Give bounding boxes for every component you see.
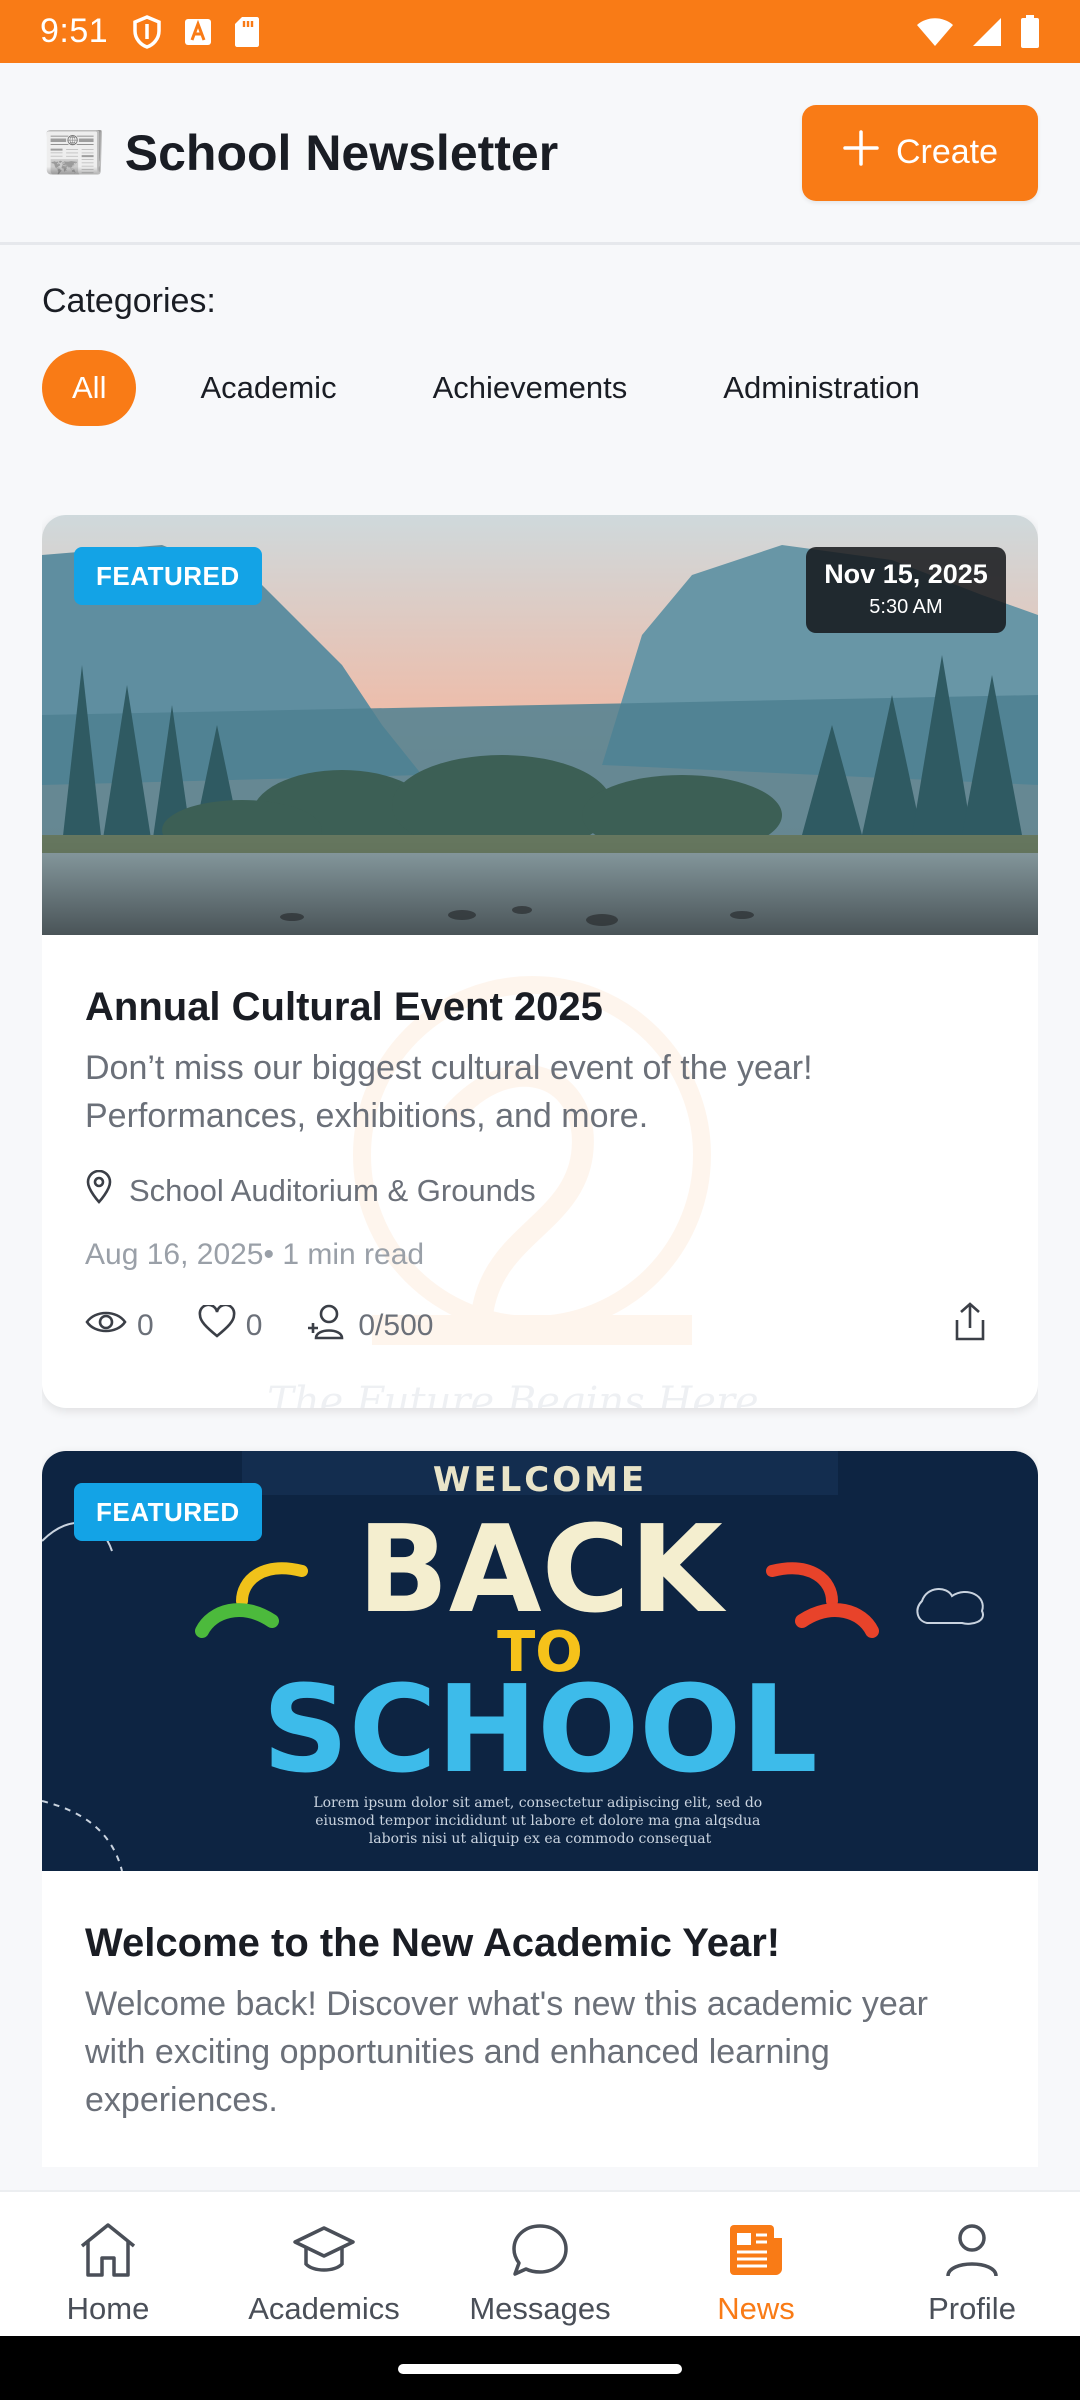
- featured-badge: FEATURED: [74, 1483, 262, 1541]
- home-gesture-bar[interactable]: [398, 2364, 682, 2374]
- date-badge: Nov 15, 2025 5:30 AM: [806, 547, 1006, 633]
- card-body: Welcome to the New Academic Year! Welcom…: [42, 1871, 1038, 2124]
- status-time: 9:51: [40, 12, 109, 50]
- graduation-cap-icon: [293, 2222, 355, 2283]
- category-chip-achievements[interactable]: Achievements: [403, 350, 658, 426]
- card-title[interactable]: Annual Cultural Event 2025: [85, 985, 995, 1030]
- shield-icon: [132, 14, 162, 49]
- svg-text:The Future Begins Here...: The Future Begins Here...: [267, 1379, 797, 1408]
- views-count: 0: [137, 1309, 154, 1342]
- system-gesture-area: [0, 2336, 1080, 2400]
- signal-icon: [972, 17, 1002, 47]
- app-header: 📰 School Newsletter Create: [0, 63, 1080, 245]
- featured-badge: FEATURED: [74, 547, 262, 605]
- font-a-icon: [184, 18, 212, 46]
- newspaper-icon: 📰: [42, 123, 107, 182]
- card-body: Annual Cultural Event 2025 Don’t miss ou…: [42, 935, 1038, 1350]
- location-pin-icon: [85, 1169, 113, 1212]
- nav-item-home[interactable]: Home: [0, 2192, 216, 2336]
- create-button[interactable]: Create: [802, 104, 1038, 201]
- nav-label: News: [717, 2291, 795, 2326]
- svg-text:WELCOME: WELCOME: [433, 1460, 647, 1500]
- news-card[interactable]: WELCOME BACK TO SCHOOL Lorem ipsum dolor…: [42, 1451, 1038, 2167]
- attendees-stat: 0/500: [306, 1304, 433, 1348]
- svg-text:SCHOOL: SCHOOL: [262, 1661, 817, 1800]
- heart-icon[interactable]: [198, 1303, 236, 1347]
- home-icon: [78, 2222, 138, 2283]
- category-chip-all[interactable]: All: [42, 350, 137, 426]
- newspaper-icon: [726, 2222, 786, 2283]
- card-description: Don’t miss our biggest cultural event of…: [85, 1049, 813, 1135]
- nav-label: Profile: [928, 2291, 1016, 2326]
- news-card[interactable]: FEATURED Nov 15, 2025 5:30 AM The Future…: [42, 515, 1038, 1408]
- card-stats: 0 0 0/500: [85, 1302, 995, 1350]
- news-feed[interactable]: FEATURED Nov 15, 2025 5:30 AM The Future…: [42, 515, 1038, 2167]
- bottom-navigation: Home Academics Messages News Profile: [0, 2190, 1080, 2336]
- page-title: School Newsletter: [124, 124, 559, 181]
- status-bar: 9:51: [0, 0, 1080, 63]
- svg-text:Lorem ipsum dolor sit amet, co: Lorem ipsum dolor sit amet, consectetur …: [313, 1795, 766, 1847]
- nav-label: Home: [66, 2291, 150, 2326]
- person-add-icon: [306, 1304, 348, 1348]
- views-stat: 0: [85, 1308, 154, 1344]
- category-chip-administration[interactable]: Administration: [693, 350, 949, 426]
- nav-label: Messages: [469, 2291, 611, 2326]
- create-button-label: Create: [895, 133, 999, 171]
- eye-icon: [85, 1308, 127, 1344]
- categories-label: Categories:: [42, 282, 216, 320]
- battery-icon: [1020, 14, 1040, 49]
- share-icon[interactable]: [953, 1302, 987, 1350]
- card-meta: Aug 16, 2025• 1 min read: [85, 1238, 425, 1271]
- nav-item-profile[interactable]: Profile: [864, 2192, 1080, 2336]
- card-description: Welcome back! Discover what's new this a…: [85, 1985, 928, 2119]
- category-chip-academic[interactable]: Academic: [170, 350, 366, 426]
- likes-stat[interactable]: 0: [198, 1303, 263, 1347]
- attendees-count: 0/500: [358, 1309, 434, 1342]
- sd-card-icon: [234, 16, 260, 48]
- nav-item-academics[interactable]: Academics: [216, 2192, 432, 2336]
- chat-bubble-icon: [510, 2222, 570, 2283]
- card-title[interactable]: Welcome to the New Academic Year!: [85, 1921, 995, 1966]
- nav-label: Academics: [248, 2291, 400, 2326]
- card-location: School Auditorium & Grounds: [85, 1169, 995, 1212]
- nav-item-news[interactable]: News: [648, 2192, 864, 2336]
- category-chips: All Academic Achievements Administration: [42, 350, 974, 426]
- wifi-icon: [916, 17, 954, 47]
- person-icon: [942, 2222, 1002, 2283]
- plus-icon: [842, 129, 880, 176]
- nav-item-messages[interactable]: Messages: [432, 2192, 648, 2336]
- likes-count: 0: [245, 1309, 263, 1342]
- event-time: 5:30 AM: [869, 596, 943, 618]
- location-text: School Auditorium & Grounds: [129, 1173, 536, 1208]
- event-date: Nov 15, 2025: [824, 559, 988, 589]
